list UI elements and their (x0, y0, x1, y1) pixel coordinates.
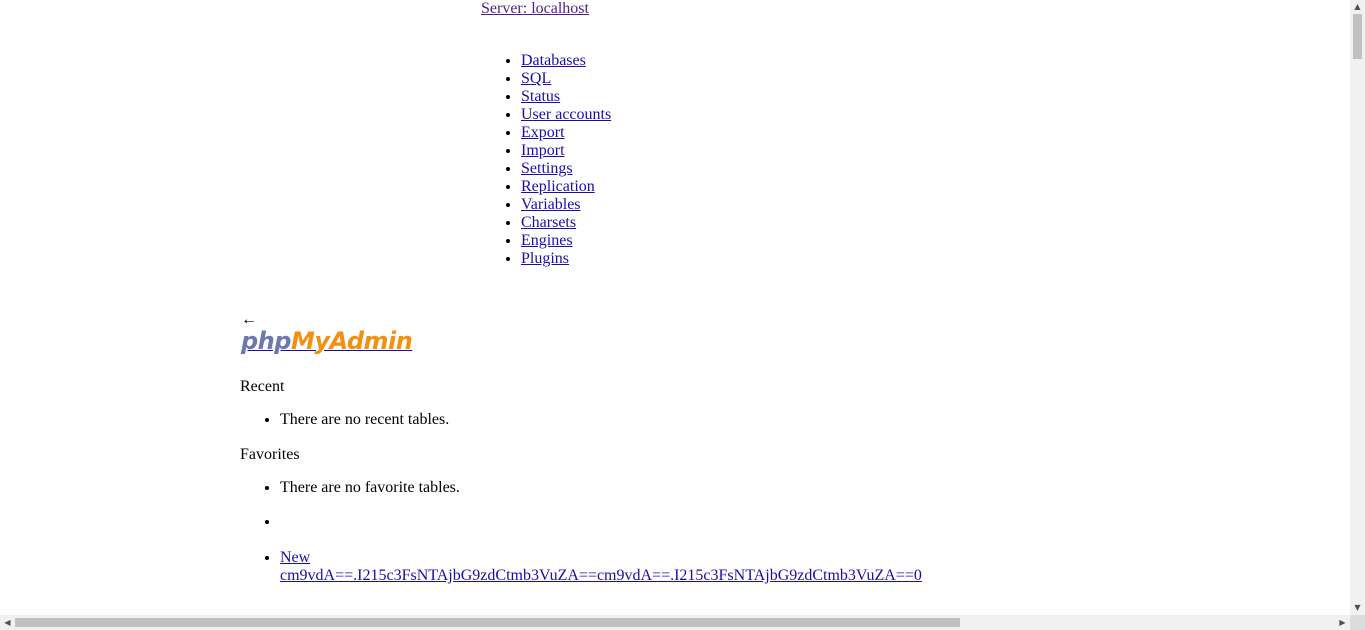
menu-item-variables: Variables (521, 196, 611, 214)
menu-item-engines: Engines (521, 232, 611, 250)
menu-item-databases: Databases (521, 52, 611, 70)
logo-myadmin-part: MyAdmin (290, 327, 413, 355)
menu-item-import: Import (521, 142, 611, 160)
menu-link-engines[interactable]: Engines (521, 232, 573, 249)
logo-text: phpMyAdmin (241, 327, 413, 355)
menu-item-sql: SQL (521, 70, 611, 88)
menu-link-user-accounts[interactable]: User accounts (521, 106, 611, 123)
menu-item-replication: Replication (521, 178, 611, 196)
menu-item-export: Export (521, 124, 611, 142)
menu-item-plugins: Plugins (521, 250, 611, 268)
menu-item-charsets: Charsets (521, 214, 611, 232)
phpmyadmin-logo[interactable]: phpMyAdmin (241, 326, 413, 356)
favorites-empty-text: There are no favorite tables. (280, 479, 922, 497)
recent-list: There are no recent tables. (240, 411, 449, 429)
scroll-up-arrow-icon[interactable]: ▲ (1350, 0, 1365, 14)
menu-link-status[interactable]: Status (521, 88, 560, 105)
favorites-title[interactable]: Favorites (240, 445, 300, 465)
menu-link-export[interactable]: Export (521, 124, 565, 141)
menu-link-charsets[interactable]: Charsets (521, 214, 576, 231)
menu-item-status: Status (521, 88, 611, 106)
menu-link-plugins[interactable]: Plugins (521, 250, 569, 267)
recent-empty-text: There are no recent tables. (280, 411, 449, 429)
new-database-link[interactable]: New (280, 549, 922, 567)
menu-link-settings[interactable]: Settings (521, 160, 573, 177)
list-item-empty (280, 513, 922, 531)
favorites-list: There are no favorite tables. New cm9vdA… (240, 479, 922, 585)
menu-link-variables[interactable]: Variables (521, 196, 581, 213)
logo-php-part: php (241, 327, 291, 355)
menu-item-user-accounts: User accounts (521, 106, 611, 124)
recent-title[interactable]: Recent (240, 377, 284, 397)
database-link[interactable]: cm9vdA==.I215c3FsNTAjbG9zdCtmb3VuZA==cm9… (280, 567, 922, 584)
scroll-down-arrow-icon[interactable]: ▼ (1350, 601, 1365, 615)
horizontal-scroll-thumb[interactable] (15, 618, 960, 627)
scroll-right-arrow-icon[interactable]: ▶ (1335, 615, 1350, 630)
scrollbar-corner (1350, 615, 1365, 630)
menu-link-databases[interactable]: Databases (521, 52, 586, 69)
server-link[interactable]: Server: localhost (481, 0, 589, 18)
vertical-scroll-thumb[interactable] (1353, 14, 1362, 59)
top-menu: Databases SQL Status User accounts Expor… (481, 52, 611, 268)
menu-link-sql[interactable]: SQL (521, 70, 551, 87)
menu-item-settings: Settings (521, 160, 611, 178)
menu-link-import[interactable]: Import (521, 142, 565, 159)
menu-link-replication[interactable]: Replication (521, 178, 595, 195)
scroll-left-arrow-icon[interactable]: ◀ (0, 615, 15, 630)
vertical-scrollbar[interactable]: ▲ ▼ (1350, 0, 1365, 615)
horizontal-scrollbar[interactable]: ◀ ▶ (0, 615, 1350, 630)
new-database-item: New cm9vdA==.I215c3FsNTAjbG9zdCtmb3VuZA=… (280, 549, 922, 585)
